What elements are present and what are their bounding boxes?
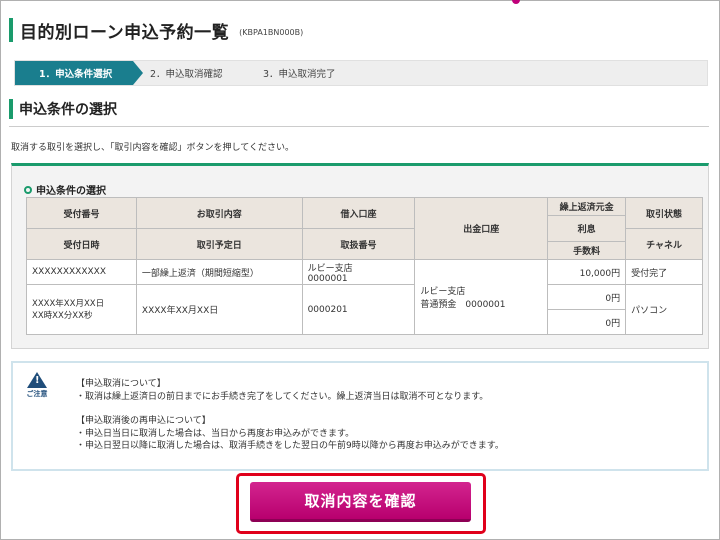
th-transaction-content: お取引内容 [135,197,303,229]
notice-line: ・取消は繰上返済日の前日までにお手続き完了をしてください。繰上返済当日は取消不可… [76,391,489,402]
th-fee: 手数料 [547,241,627,260]
loan-branch: ルビー支店 [307,263,353,274]
th-scheduled-date: 取引予定日 [135,228,303,260]
th-principal: 繰上返済元金 [547,197,627,216]
section-header: 申込条件の選択 [9,99,117,119]
notice-heading-reapply: 【申込取消後の再申込について】 [76,416,211,426]
panel-title: 申込条件の選択 [36,186,106,197]
step-2: 2．申込取消確認 [150,69,223,80]
cell-interest: 0円 [547,284,627,310]
page-header: 目的別ローン申込予約一覧 (KBPA1BN000B) [9,18,304,43]
step-indicator: 1．申込条件選択 2．申込取消確認 3．申込取消完了 [14,60,708,86]
cell-receipt-number: XXXXXXXXXXXX [26,259,137,285]
withdraw-account: 普通預金 0000001 [420,300,506,310]
notice-text: 【申込取消について】 ・取消は繰上返済日の前日までにお手続き完了をしてください。… [76,378,504,453]
cell-receipt-datetime: XXXX年XX月XX日 XX時XX分XX秒 [26,284,137,335]
step-1-current: 1．申込条件選択 [15,61,143,85]
cell-scheduled-date: XXXX年XX月XX日 [135,284,303,335]
receipt-date: XXXX年XX月XX日 [32,298,105,309]
cell-fee: 0円 [547,309,627,335]
cell-status: 受付完了 [625,259,703,285]
notice-icon-group: ! ご注意 [22,372,52,399]
condition-panel: 申込条件の選択 受付番号 お取引内容 借入口座 出金口座 繰上返済元金 取引状態… [11,163,709,349]
title-accent-bar [9,18,13,42]
section-title: 申込条件の選択 [19,102,117,118]
receipt-time: XX時XX分XX秒 [32,310,93,321]
withdraw-branch: ルビー支店 [420,287,466,297]
th-withdraw-account: 出金口座 [414,197,549,260]
table-row: XXXXXXXXXXXX 一部繰上返済（期間短縮型） ルビー支店 0000001… [26,259,703,335]
section-divider [9,126,709,127]
th-status: 取引状態 [625,197,703,229]
cell-handling-number: 0000201 [301,284,416,335]
page-title: 目的別ローン申込予約一覧 [20,22,230,43]
step-3: 3．申込取消完了 [263,69,336,80]
th-interest: 利息 [547,215,627,242]
th-loan-account: 借入口座 [301,197,416,229]
notice-box: ! ご注意 【申込取消について】 ・取消は繰上返済日の前日までにお手続き完了をし… [11,361,709,471]
notice-heading-cancel: 【申込取消について】 [76,379,166,389]
cell-channel: パソコン [625,284,703,335]
notice-icon-label: ご注意 [26,390,48,398]
circle-bullet-icon [24,185,32,194]
cell-transaction-content: 一部繰上返済（期間短縮型） [135,259,303,285]
cell-loan-account: ルビー支店 0000001 [301,259,416,285]
cell-principal: 10,000円 [547,259,627,285]
notice-line: ・申込日当日に取消した場合は、当日から再度お申込みができます。 [76,428,355,439]
th-channel: チャネル [625,228,703,260]
section-accent-bar [9,99,13,119]
th-handling-number: 取扱番号 [301,228,416,260]
th-receipt-datetime: 受付日時 [26,228,137,260]
warning-icon: ! [27,372,47,388]
instruction-text: 取消する取引を選択し、「取引内容を確認」ボタンを押してください。 [11,143,294,153]
cell-withdraw-account: ルビー支店 普通預金 0000001 [414,259,549,335]
screen-id: (KBPA1BN000B) [239,27,304,37]
notice-line: ・申込日翌日以降に取消した場合は、取消手続きをした翌日の午前9時以降から再度お申… [76,441,504,451]
condition-table: 受付番号 お取引内容 借入口座 出金口座 繰上返済元金 取引状態 利息 受付日時… [26,197,703,335]
loan-number: 0000001 [307,273,348,284]
panel-heading: 申込条件の選択 [24,182,106,197]
th-receipt-number: 受付番号 [26,197,137,229]
confirm-cancel-button[interactable]: 取消内容を確認 [250,482,471,522]
